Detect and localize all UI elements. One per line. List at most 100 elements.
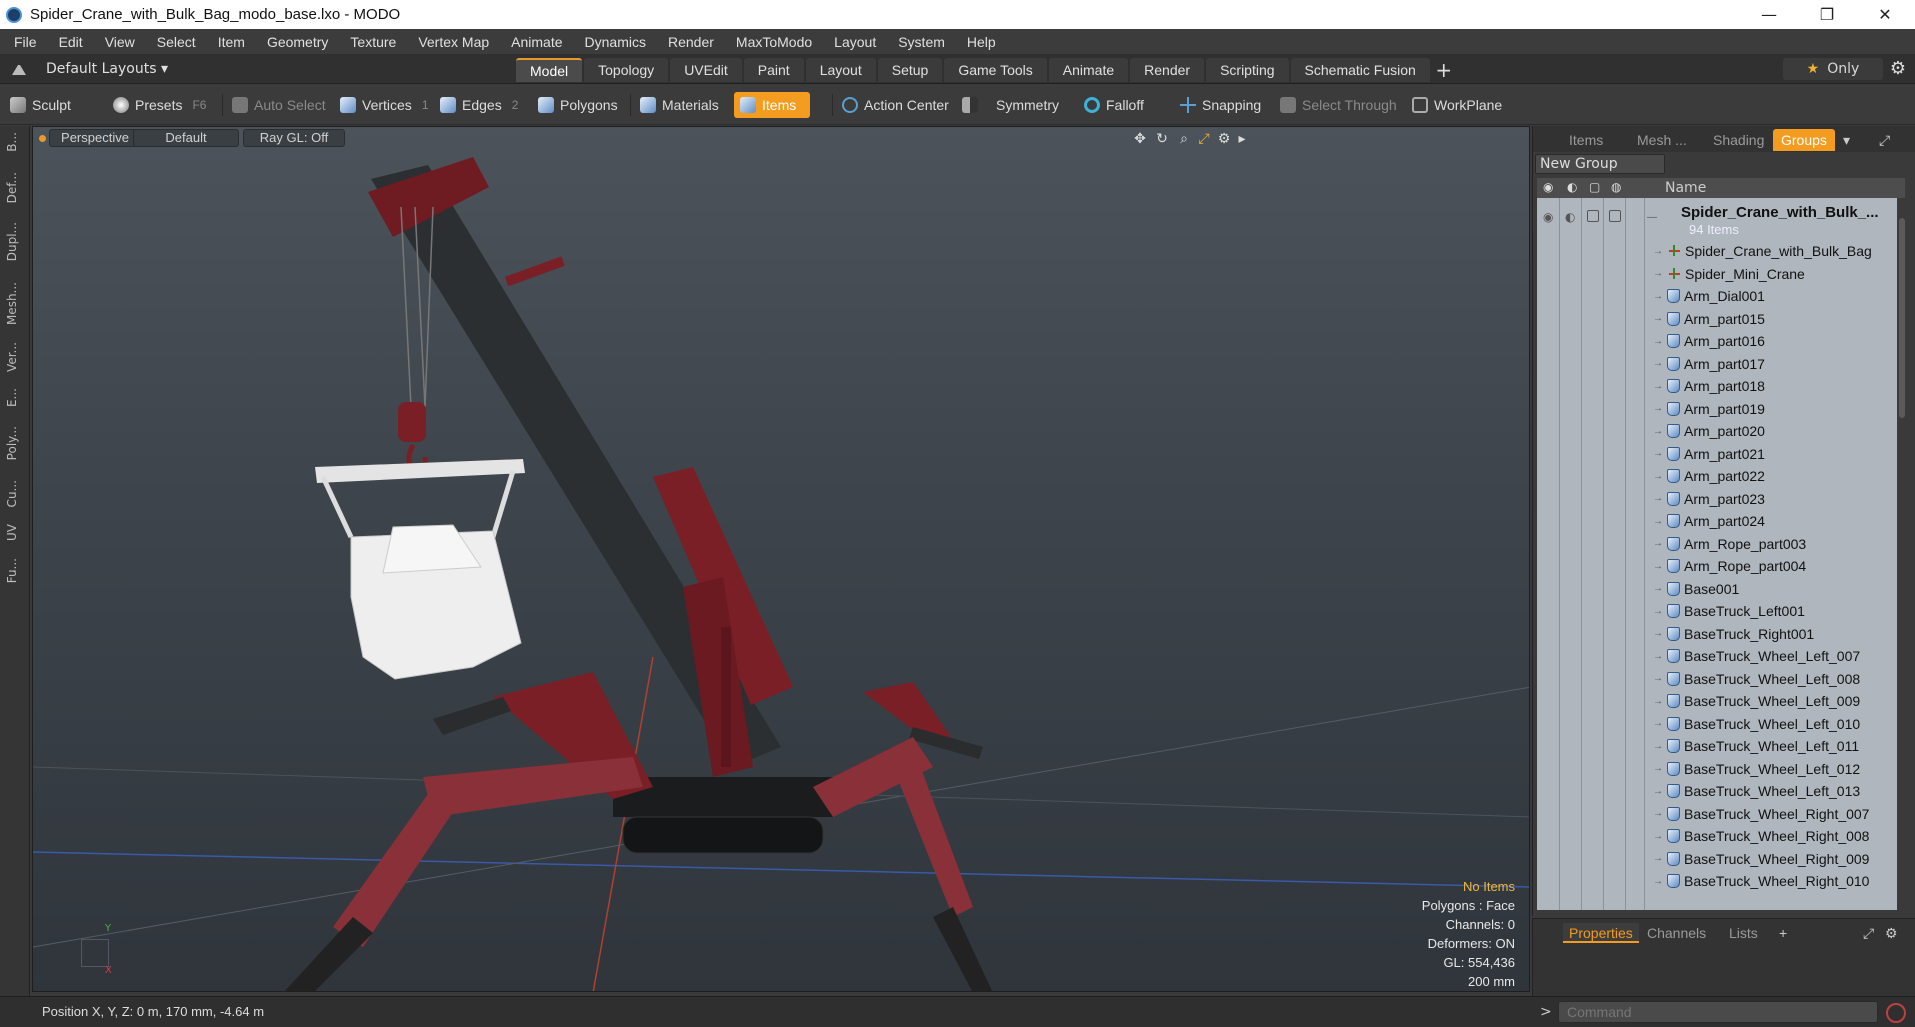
auto-select-button[interactable]: Auto Select [232,92,326,118]
falloff-button[interactable]: Falloff [1084,92,1144,118]
list-item[interactable]: → Arm_part017 [1645,353,1897,375]
symmetry-button[interactable]: Symmetry [962,92,1059,118]
tab-game-tools[interactable]: Game Tools [944,58,1047,82]
list-item[interactable]: → BaseTruck_Left001 [1645,600,1897,622]
list-item[interactable]: → Spider_Crane_with_Bulk_Bag [1645,240,1897,262]
select-icon[interactable]: ◍ [1611,180,1627,196]
menu-render[interactable]: Render [660,34,728,50]
props-gear-icon[interactable]: ⚙ [1885,923,1898,943]
viewport-settings-icon[interactable]: ⚙ [1215,130,1233,148]
left-tab-polygon[interactable]: Poly... [5,426,25,460]
eye-icon[interactable]: ◉ [1543,180,1559,196]
list-item[interactable]: → Base001 [1645,578,1897,600]
list-item[interactable]: → BaseTruck_Wheel_Left_009 [1645,690,1897,712]
select-through-button[interactable]: Select Through [1280,92,1397,118]
view-mode-button[interactable]: Perspective [49,129,141,147]
panel-tab-mesh[interactable]: Mesh ... [1637,129,1687,151]
edges-button[interactable]: Edges 2 [440,92,518,118]
left-tab-edge[interactable]: E... [5,388,25,407]
left-tab-uv[interactable]: UV [5,524,25,541]
gear-icon[interactable]: ⚙ [1888,59,1908,79]
root-visibility-icon[interactable]: ◉ [1543,210,1553,224]
list-item[interactable]: → Arm_part023 [1645,488,1897,510]
left-tab-fusion[interactable]: Fu... [5,558,25,583]
list-item[interactable]: → Arm_part020 [1645,420,1897,442]
menu-file[interactable]: File [6,34,51,50]
left-tab-curve[interactable]: Cu... [5,480,25,507]
presets-button[interactable]: Presets F6 [113,92,206,118]
list-scrollbar[interactable] [1897,198,1907,910]
sculpt-button[interactable]: Sculpt [10,92,71,118]
props-tab-channels[interactable]: Channels [1647,923,1706,943]
list-item[interactable]: → BaseTruck_Wheel_Left_013 [1645,780,1897,802]
list-item[interactable]: → Arm_part024 [1645,510,1897,532]
left-tab-basic[interactable]: B... [5,132,25,152]
maximize-button[interactable]: ❐ [1798,0,1856,29]
items-button[interactable]: Items [734,92,811,118]
menu-layout[interactable]: Layout [826,34,890,50]
panel-tab-menu-icon[interactable]: ▾ [1843,129,1850,151]
tab-model[interactable]: Model [516,58,583,82]
root-lock-icon[interactable]: ◐ [1565,210,1575,224]
panel-tab-groups[interactable]: Groups [1773,129,1835,151]
props-expand-icon[interactable]: ⤢ [1863,923,1874,943]
list-item[interactable]: → BaseTruck_Wheel_Left_008 [1645,668,1897,690]
stop-icon[interactable] [1886,1003,1906,1023]
pan-icon[interactable]: ✥ [1131,130,1149,148]
action-center-button[interactable]: Action Center [842,92,949,118]
3d-viewport[interactable]: Perspective Default Ray GL: Off ✥ ↻ ⌕ ⤢ … [32,126,1530,992]
list-item[interactable]: → BaseTruck_Wheel_Left_010 [1645,713,1897,735]
list-item[interactable]: → BaseTruck_Wheel_Right_010 [1645,870,1897,892]
menu-select[interactable]: Select [149,34,210,50]
list-item[interactable]: → Arm_part016 [1645,330,1897,352]
root-group-row[interactable]: — Spider_Crane_with_Bulk_... 94 Items [1645,204,1897,238]
new-group-button[interactable]: New Group [1535,154,1665,174]
menu-texture[interactable]: Texture [342,34,410,50]
shading-mode-button[interactable]: Default [133,129,239,147]
menu-view[interactable]: View [97,34,149,50]
raygl-button[interactable]: Ray GL: Off [243,129,345,147]
only-button[interactable]: ★ Only [1783,58,1883,80]
list-item[interactable]: → Arm_part021 [1645,443,1897,465]
menu-edit[interactable]: Edit [51,34,97,50]
root-render-checkbox[interactable] [1587,210,1599,222]
zoom-icon[interactable]: ⌕ [1175,130,1193,148]
props-tab-properties[interactable]: Properties [1563,923,1639,943]
command-input[interactable] [1558,1001,1878,1023]
tab-scripting[interactable]: Scripting [1206,58,1289,82]
list-item[interactable]: → Arm_part018 [1645,375,1897,397]
vertices-button[interactable]: Vertices 1 [340,92,429,118]
root-select-checkbox[interactable] [1609,210,1621,222]
viewport-more-icon[interactable]: ▸ [1233,130,1251,148]
list-item[interactable]: → Arm_Rope_part004 [1645,555,1897,577]
polygons-button[interactable]: Polygons [538,92,618,118]
tab-setup[interactable]: Setup [877,58,943,82]
panel-tab-items[interactable]: Items [1569,129,1603,151]
materials-button[interactable]: Materials [640,92,719,118]
left-tab-duplicate[interactable]: Dupl... [5,222,25,261]
home-icon[interactable] [12,63,26,75]
left-tab-mesh[interactable]: Mesh... [5,282,25,325]
menu-geometry[interactable]: Geometry [259,34,342,50]
layouts-dropdown[interactable]: Default Layouts ▾ [12,59,168,79]
snapping-button[interactable]: Snapping [1180,92,1261,118]
workplane-button[interactable]: WorkPlane [1412,92,1502,118]
menu-maxtomodo[interactable]: MaxToModo [728,34,826,50]
list-item[interactable]: → BaseTruck_Wheel_Right_007 [1645,803,1897,825]
tab-schematic-fusion[interactable]: Schematic Fusion [1290,58,1430,82]
list-item[interactable]: → Arm_part022 [1645,465,1897,487]
menu-animate[interactable]: Animate [503,34,576,50]
menu-item[interactable]: Item [210,34,259,50]
list-item[interactable]: → Arm_Rope_part003 [1645,533,1897,555]
list-item[interactable]: → Arm_part019 [1645,398,1897,420]
list-item[interactable]: → Arm_part015 [1645,308,1897,330]
left-tab-vertex[interactable]: Ver... [5,342,25,372]
tab-render[interactable]: Render [1130,58,1205,82]
tab-layout[interactable]: Layout [805,58,876,82]
list-item[interactable]: → BaseTruck_Wheel_Left_007 [1645,645,1897,667]
list-item[interactable]: → BaseTruck_Wheel_Left_012 [1645,758,1897,780]
add-tab-button[interactable]: + [1432,58,1456,82]
list-item[interactable]: → BaseTruck_Wheel_Right_009 [1645,848,1897,870]
close-button[interactable]: ✕ [1856,0,1914,29]
tab-topology[interactable]: Topology [584,58,669,82]
